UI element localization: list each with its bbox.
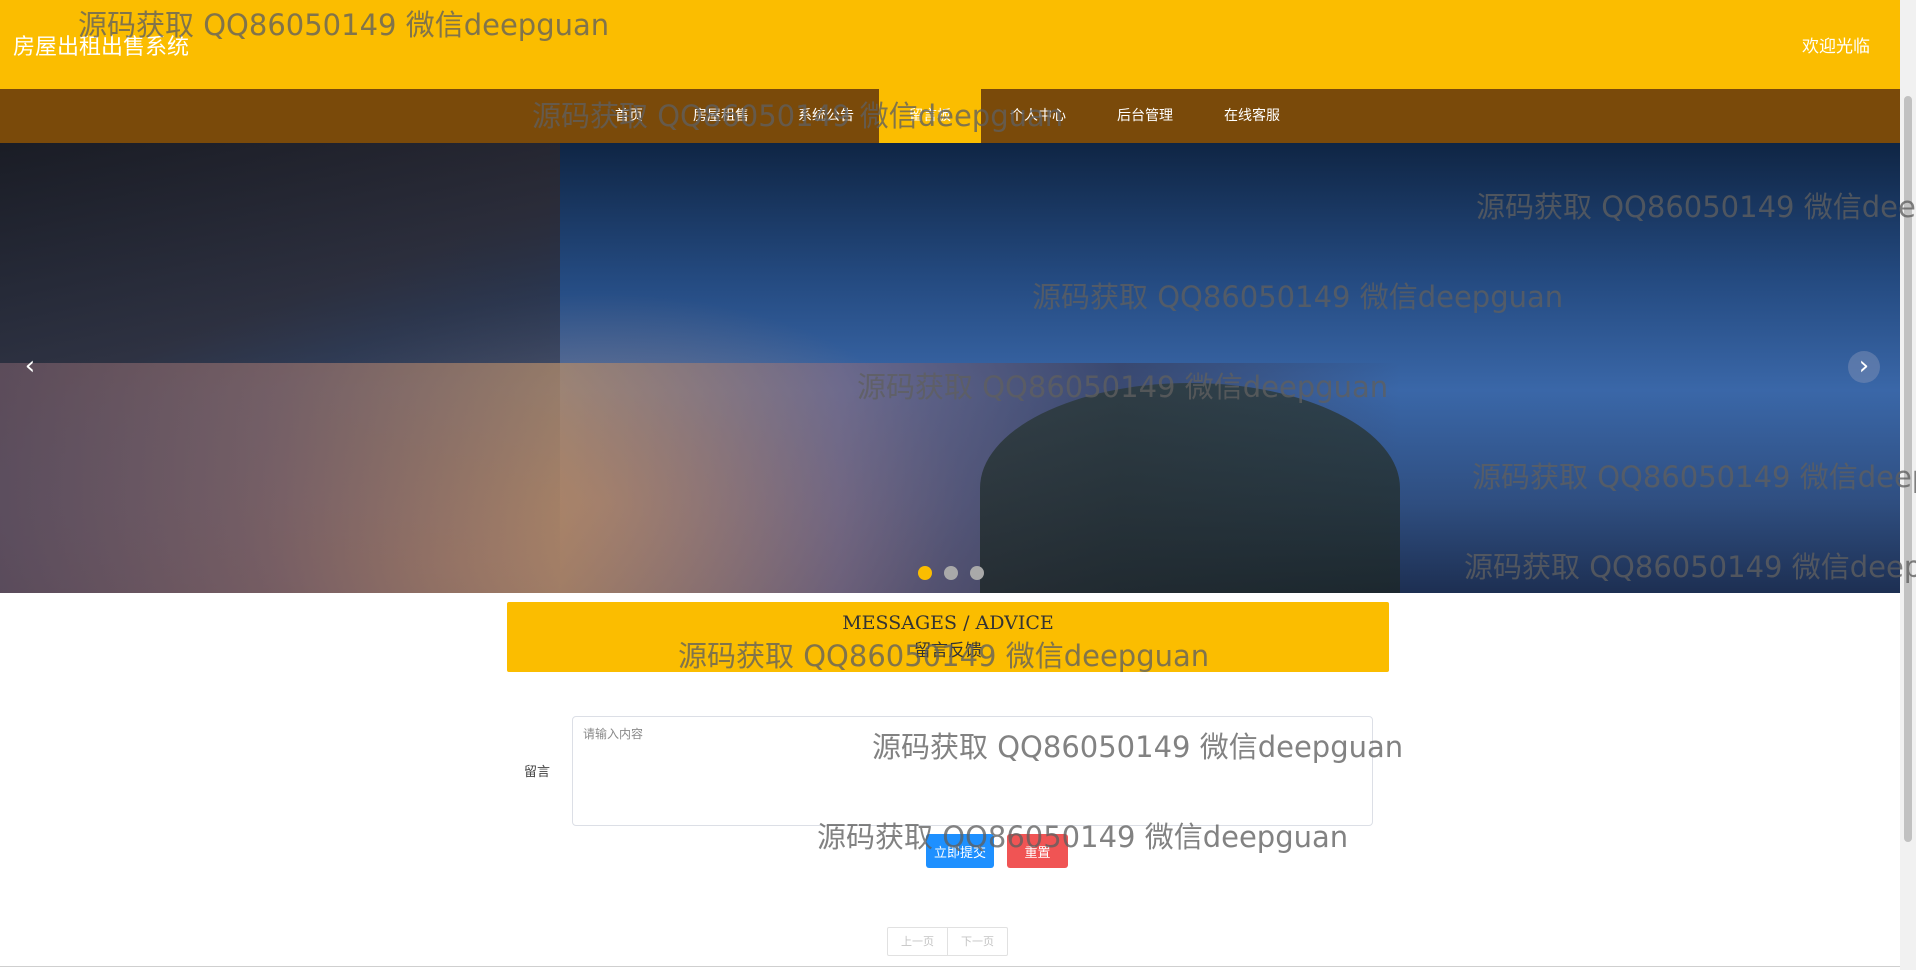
nav-item-house-rental[interactable]: 房屋租售 — [684, 89, 758, 143]
main-nav: 首页 房屋租售 系统公告 留言板 个人中心 后台管理 在线客服 — [0, 89, 1900, 143]
nav-item-message-board[interactable]: 留言板 — [879, 89, 981, 143]
section-title-en: MESSAGES / ADVICE — [842, 612, 1054, 634]
carousel-prev-button[interactable]: ‹ — [14, 351, 46, 383]
message-field[interactable] — [572, 716, 1373, 826]
scrollbar-thumb[interactable] — [1904, 96, 1912, 842]
hero-image-hill — [980, 383, 1400, 593]
carousel-next-button[interactable]: › — [1848, 351, 1880, 383]
nav-item-online-service[interactable]: 在线客服 — [1215, 89, 1289, 143]
message-textarea[interactable] — [573, 717, 1372, 825]
pagination-next-button[interactable]: 下一页 — [947, 928, 1007, 955]
message-label: 留言 — [524, 765, 551, 780]
nav-item-personal-center[interactable]: 个人中心 — [1000, 89, 1076, 143]
carousel-dot-2[interactable] — [944, 566, 959, 580]
nav-item-announcements[interactable]: 系统公告 — [790, 89, 862, 143]
section-title-banner: MESSAGES / ADVICE 留言反馈 — [507, 602, 1389, 672]
top-header: 房屋出租出售系统 欢迎光临 — [0, 0, 1900, 89]
footer-divider — [0, 966, 1900, 967]
carousel-dot-3[interactable] — [970, 566, 985, 580]
carousel-indicators — [918, 565, 991, 584]
submit-button[interactable]: 立即提交 — [926, 834, 994, 868]
section-title-cn: 留言反馈 — [914, 641, 982, 661]
nav-item-admin[interactable]: 后台管理 — [1108, 89, 1182, 143]
site-title[interactable]: 房屋出租出售系统 — [13, 29, 189, 61]
carousel-dot-1[interactable] — [918, 566, 932, 580]
page-scrollbar[interactable] — [1900, 0, 1916, 970]
pagination: 上一页 下一页 — [887, 927, 1008, 956]
nav-item-home[interactable]: 首页 — [606, 89, 652, 143]
hero-carousel[interactable]: ‹ › — [0, 143, 1900, 593]
chevron-left-icon: ‹ — [24, 351, 36, 381]
chevron-right-icon: › — [1858, 351, 1870, 381]
pagination-prev-button[interactable]: 上一页 — [888, 928, 947, 955]
welcome-text: 欢迎光临 — [1802, 37, 1870, 57]
reset-button[interactable]: 重置 — [1007, 834, 1068, 868]
